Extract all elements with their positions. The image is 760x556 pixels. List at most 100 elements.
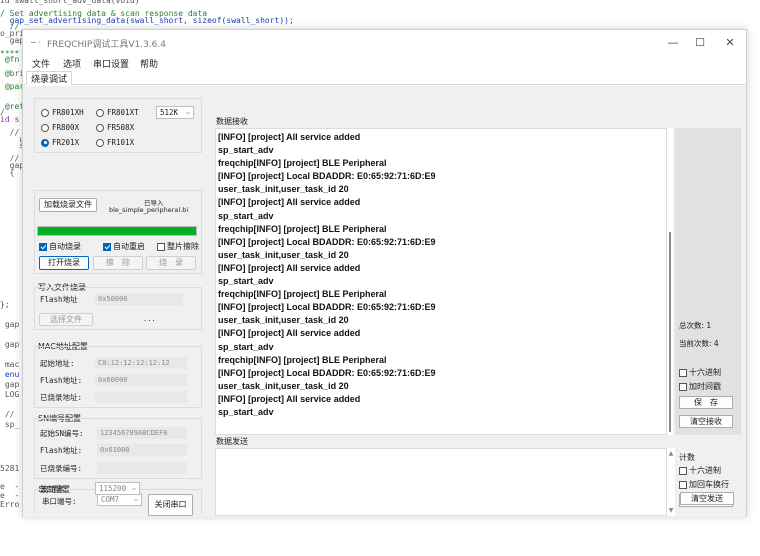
- code-line: id s: [0, 114, 20, 124]
- receive-lines: [INFO] [project] All service added sp_sta…: [218, 131, 658, 419]
- receive-line: user_task_init,user_task_id 20: [218, 184, 349, 195]
- radio-fr508x[interactable]: FR508X: [96, 123, 134, 132]
- menu-help[interactable]: 帮助: [140, 57, 158, 70]
- code-line: gap_set_advertising_data(swall_short, si…: [0, 15, 294, 25]
- send-hex-checkbox[interactable]: 十六进制: [679, 465, 721, 476]
- current-count: 当前次数: 4: [679, 339, 719, 348]
- flash-size-select[interactable]: 512K ⌵: [156, 106, 194, 119]
- radio-label: FR800X: [52, 123, 80, 132]
- chevron-down-icon: ⌵: [133, 495, 138, 503]
- receive-line: sp_start_adv: [218, 406, 274, 417]
- choose-file-button[interactable]: 选择文件: [39, 313, 93, 326]
- receive-line: freqchip[INFO] [project] BLE Peripheral: [218, 354, 387, 365]
- mac-flash-field[interactable]: 0x60000: [95, 374, 187, 386]
- receive-scrollbar[interactable]: [667, 128, 673, 435]
- code-line: sp_: [0, 420, 20, 429]
- write-flash-label: Flash地址: [40, 295, 78, 304]
- menu-options[interactable]: 选项: [63, 57, 81, 70]
- code-line: };: [0, 300, 10, 309]
- clear-receive-button[interactable]: 清空接收: [679, 415, 733, 428]
- auto-burn-checkbox[interactable]: 自动烧录: [39, 241, 81, 252]
- menu-file[interactable]: 文件: [32, 57, 50, 70]
- receive-line: [INFO] [project] All service added: [218, 328, 361, 339]
- checkbox-label: 十六进制: [689, 466, 721, 475]
- code-line: {: [0, 167, 15, 177]
- burn-progress-bar: [37, 226, 197, 236]
- mac-start-field[interactable]: C0:12:12:12:12:12: [95, 357, 187, 369]
- send-text-area[interactable]: [215, 448, 667, 516]
- radio-dot: [96, 108, 104, 117]
- title-bar[interactable]: ─ · FREQCHIP调试工具V1.3.6.4 — ☐ ✕: [23, 30, 746, 56]
- receive-text-area[interactable]: [INFO] [project] All service added sp_sta…: [215, 128, 667, 435]
- radio-fr800x[interactable]: FR800X: [41, 123, 79, 132]
- radio-dot: [41, 108, 49, 117]
- radio-label: FR101X: [107, 138, 135, 147]
- loaded-file-name: ble_simple_peripheral.bi: [109, 206, 189, 214]
- receive-line: user_task_init,user_task_id 20: [218, 380, 349, 391]
- close-button[interactable]: ✕: [716, 34, 744, 52]
- radio-fr201x[interactable]: FR201X: [41, 138, 79, 147]
- receive-line: [INFO] [project] All service added: [218, 132, 361, 142]
- receive-line: sp_start_adv: [218, 276, 274, 287]
- receive-line: sp_start_adv: [218, 210, 274, 221]
- radio-dot: [41, 138, 49, 147]
- receive-line: freqchip[INFO] [project] BLE Peripheral: [218, 289, 387, 300]
- auto-reset-checkbox[interactable]: 自动重启: [103, 241, 145, 252]
- baud-select[interactable]: 115200 ⌵: [95, 482, 140, 495]
- sn-start-field[interactable]: 123456789ABCDEF0: [97, 427, 187, 439]
- checkbox-box: [103, 242, 111, 251]
- checkbox-label: 加时间戳: [689, 382, 721, 391]
- scroll-up-icon[interactable]: ▲: [667, 450, 675, 457]
- clear-send-button[interactable]: 清空发送: [680, 492, 734, 505]
- code-line: 5281: [0, 464, 20, 473]
- receive-hex-checkbox[interactable]: 十六进制: [679, 367, 721, 378]
- checkbox-label: 自动重启: [113, 242, 145, 251]
- load-burn-file-button[interactable]: 加载烧录文件: [39, 198, 97, 212]
- maximize-button[interactable]: ☐: [686, 34, 714, 52]
- receive-line: user_task_init,user_task_id 20: [218, 249, 349, 260]
- menu-serial-settings[interactable]: 串口设置: [93, 57, 129, 70]
- open-burn-button[interactable]: 打开烧录: [39, 256, 89, 270]
- send-scrollbar[interactable]: ▲ ▼: [667, 448, 675, 516]
- main-panel: FR801XH FR801XT 512K ⌵ FR800X FR508X FR20…: [23, 86, 746, 517]
- sn-start-label: 起始SN编号:: [40, 429, 84, 438]
- full-erase-checkbox[interactable]: 整片擦除: [157, 241, 199, 252]
- write-flash-field[interactable]: 0x50000: [95, 293, 183, 305]
- scrollbar-thumb[interactable]: [669, 232, 671, 432]
- code-line: @bri: [0, 68, 25, 78]
- radio-fr801xh[interactable]: FR801XH: [41, 108, 84, 117]
- send-options-panel: 计数 十六进制 加回车换行 发 送: [675, 448, 741, 516]
- select-value: 512K: [160, 108, 179, 117]
- burn-button[interactable]: 烧 录: [146, 256, 196, 270]
- checkbox-label: 自动烧录: [49, 242, 81, 251]
- code-line: @par: [0, 81, 25, 91]
- total-count: 总次数: 1: [679, 321, 712, 330]
- minimize-button[interactable]: —: [659, 34, 687, 52]
- mac-flash-label: Flash地址:: [40, 376, 83, 385]
- erase-button[interactable]: 擦 除: [93, 256, 143, 270]
- chevron-down-icon: ⌵: [131, 484, 136, 492]
- burn-progress-fill: [38, 227, 196, 235]
- sn-flash-field[interactable]: 0x61000: [97, 444, 187, 456]
- app-window: ─ · FREQCHIP调试工具V1.3.6.4 — ☐ ✕ 文件 选项 串口设…: [22, 29, 747, 517]
- sn-burned-field[interactable]: [97, 462, 187, 474]
- radio-dot: [41, 123, 49, 132]
- scroll-down-icon[interactable]: ▼: [667, 507, 675, 514]
- receive-line: freqchip[INFO] [project] BLE Peripheral: [218, 223, 387, 234]
- receive-line: user_task_init,user_task_id 20: [218, 315, 349, 326]
- chosen-file-name: ...: [143, 315, 156, 323]
- save-button[interactable]: 保 存: [679, 396, 733, 409]
- checkbox-box: [679, 480, 687, 489]
- checkbox-box: [679, 382, 687, 391]
- radio-fr801xt[interactable]: FR801XT: [96, 108, 139, 117]
- mac-burned-field[interactable]: [95, 391, 187, 403]
- radio-fr101x[interactable]: FR101X: [96, 138, 134, 147]
- close-serial-button[interactable]: 关闭串口: [148, 494, 193, 516]
- timestamp-checkbox[interactable]: 加时间戳: [679, 381, 721, 392]
- receive-line: [INFO] [project] Local BDADDR: E0:65:92:…: [218, 236, 436, 247]
- tab-burn-debug[interactable]: 烧录调试: [26, 71, 73, 85]
- receive-line: [INFO] [project] All service added: [218, 197, 361, 208]
- select-value: 115200: [99, 484, 127, 493]
- newline-checkbox[interactable]: 加回车换行: [679, 479, 729, 490]
- app-icon: ─ ·: [31, 38, 41, 47]
